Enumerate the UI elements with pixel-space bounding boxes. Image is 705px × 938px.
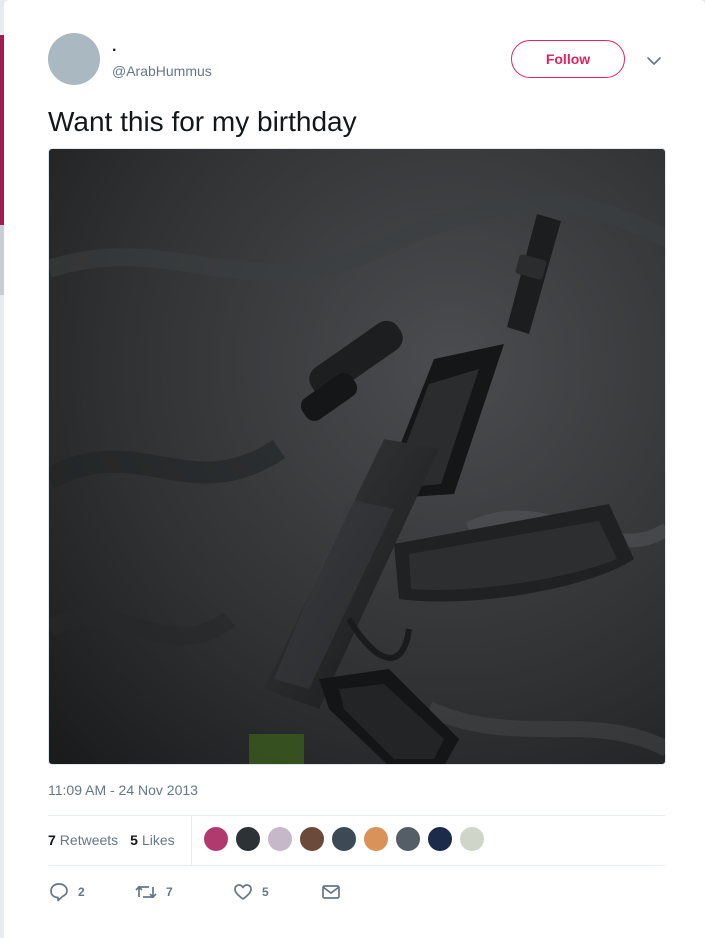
likes-label: Likes xyxy=(141,832,175,848)
tweet-actions: 2 7 5 xyxy=(48,880,342,904)
tweet-timestamp[interactable]: 11:09 AM - 24 Nov 2013 xyxy=(48,782,198,798)
liker-avatar[interactable] xyxy=(267,826,293,852)
retweet-count: 7 xyxy=(166,885,173,899)
user-handle[interactable]: @ArabHummus xyxy=(112,63,212,79)
reply-button[interactable]: 2 xyxy=(48,880,134,904)
liker-avatar[interactable] xyxy=(427,826,453,852)
retweet-button[interactable]: 7 xyxy=(134,880,232,904)
liker-avatar[interactable] xyxy=(299,826,325,852)
tweet-text: Want this for my birthday xyxy=(48,106,357,137)
reply-count: 2 xyxy=(78,885,85,899)
liker-avatar[interactable] xyxy=(395,826,421,852)
tweet-media-image[interactable] xyxy=(48,148,666,765)
like-button[interactable]: 5 xyxy=(232,880,320,904)
retweets-label: Retweets xyxy=(59,832,119,848)
divider xyxy=(48,815,665,816)
liker-avatar[interactable] xyxy=(235,826,261,852)
likes-count: 5 xyxy=(130,832,138,848)
liker-avatar[interactable] xyxy=(331,826,357,852)
liker-avatar[interactable] xyxy=(459,826,485,852)
heart-icon xyxy=(232,881,254,903)
direct-message-button[interactable] xyxy=(320,880,342,904)
reply-icon xyxy=(48,881,70,903)
display-name[interactable]: . xyxy=(112,38,116,56)
like-count: 5 xyxy=(262,885,269,899)
envelope-icon xyxy=(320,881,342,903)
liker-avatar[interactable] xyxy=(363,826,389,852)
retweets-stat[interactable]: 7 Retweets xyxy=(48,832,118,848)
liker-avatars xyxy=(203,826,491,852)
stats-separator xyxy=(191,815,192,865)
tweet-stats: 7 Retweets 5 Likes xyxy=(48,830,187,850)
chevron-down-icon[interactable] xyxy=(645,52,663,70)
retweets-count: 7 xyxy=(48,832,56,848)
liker-avatar[interactable] xyxy=(203,826,229,852)
retweet-icon xyxy=(134,881,158,903)
avatar[interactable] xyxy=(48,33,100,85)
divider xyxy=(48,865,665,866)
follow-button[interactable]: Follow xyxy=(511,40,625,78)
likes-stat[interactable]: 5 Likes xyxy=(130,832,174,848)
tweet-card: . @ArabHummus Follow Want this for my bi… xyxy=(4,0,705,938)
